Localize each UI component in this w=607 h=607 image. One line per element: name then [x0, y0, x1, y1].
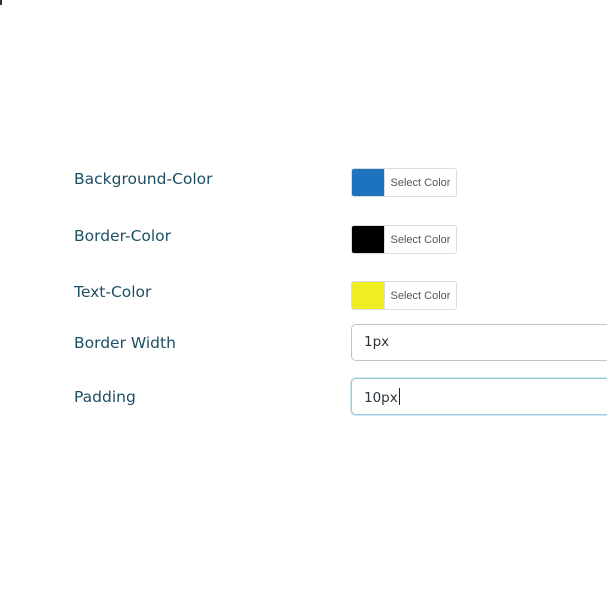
- padding-label: Padding: [74, 388, 136, 406]
- background-color-label: Background-Color: [74, 170, 213, 188]
- border-width-label: Border Width: [74, 334, 176, 352]
- border-color-label: Border-Color: [74, 227, 172, 245]
- text-color-select-label[interactable]: Select Color: [384, 282, 456, 309]
- text-color-swatch[interactable]: [352, 282, 384, 309]
- border-color-select-label[interactable]: Select Color: [384, 226, 456, 253]
- text-color-label: Text-Color: [74, 283, 152, 301]
- border-width-value: 1px: [364, 334, 390, 350]
- padding-value-wrap: 10px: [364, 388, 400, 406]
- border-color-swatch[interactable]: [352, 226, 384, 253]
- padding-input[interactable]: 10px: [351, 378, 607, 415]
- background-color-swatch[interactable]: [352, 169, 384, 196]
- corner-mark: [0, 0, 2, 5]
- text-caret: [398, 388, 400, 405]
- border-color-picker-button[interactable]: Select Color: [351, 225, 457, 254]
- border-width-input[interactable]: 1px: [351, 324, 607, 361]
- padding-value: 10px: [364, 390, 398, 406]
- text-color-picker-button[interactable]: Select Color: [351, 281, 457, 310]
- background-color-select-label[interactable]: Select Color: [384, 169, 456, 196]
- settings-panel: Background-Color Select Color Border-Col…: [0, 0, 607, 607]
- background-color-picker-button[interactable]: Select Color: [351, 168, 457, 197]
